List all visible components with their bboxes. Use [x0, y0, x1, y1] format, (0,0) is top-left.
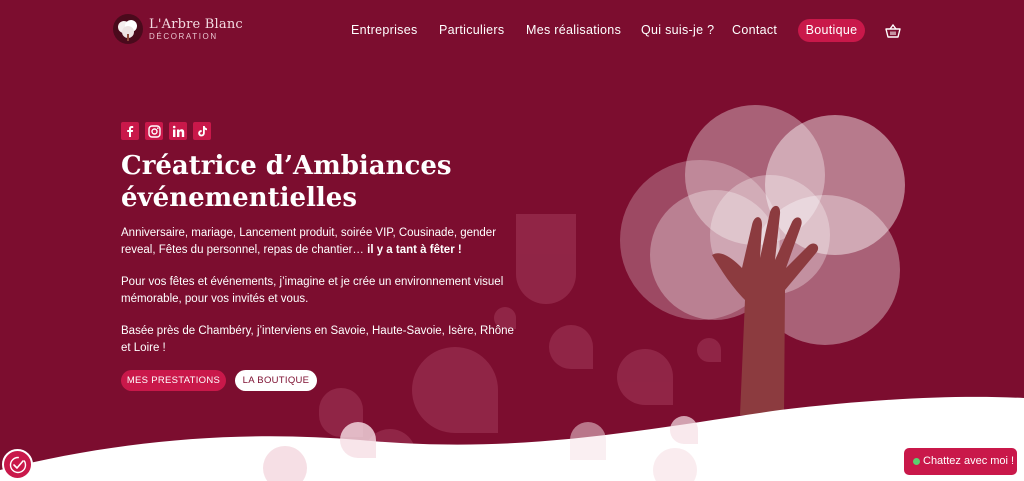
la-boutique-button[interactable]: LA BOUTIQUE	[235, 370, 317, 391]
linkedin-icon[interactable]	[169, 122, 187, 140]
instagram-icon[interactable]	[145, 122, 163, 140]
page: L'Arbre Blanc DÉCORATION Entreprises Par…	[0, 0, 1024, 481]
facebook-icon[interactable]	[121, 122, 139, 140]
hero-title-line1: Créatrice d’Ambiances	[121, 151, 452, 181]
boutique-button[interactable]: Boutique	[798, 19, 865, 42]
logo-text: L'Arbre Blanc DÉCORATION	[149, 18, 243, 41]
hero-title-line2: événementielles	[121, 183, 357, 213]
chat-label: Chattez avec moi !	[923, 455, 1015, 467]
nav-item-entreprises[interactable]: Entreprises	[351, 23, 418, 37]
online-status-dot	[913, 458, 920, 465]
cookie-consent-button[interactable]	[2, 449, 33, 480]
hero-paragraph-1: Anniversaire, mariage, Lancement produit…	[121, 225, 521, 259]
cotton-flower-logo-icon	[113, 14, 143, 44]
nav-item-particuliers[interactable]: Particuliers	[439, 23, 504, 37]
brand-name: L'Arbre Blanc	[149, 16, 243, 32]
hero-title: Créatrice d’Ambiances événementielles	[121, 150, 481, 214]
hero-paragraph-3: Basée près de Chambéry, j’interviens en …	[121, 325, 514, 354]
site-header: L'Arbre Blanc DÉCORATION Entreprises Par…	[0, 0, 1024, 62]
basket-icon[interactable]	[885, 23, 901, 39]
nav-item-contact[interactable]: Contact	[732, 23, 777, 37]
nav-item-qui-suis-je[interactable]: Qui suis-je ?	[641, 23, 714, 37]
chat-widget-button[interactable]: Chattez avec moi !	[904, 448, 1017, 475]
logo[interactable]: L'Arbre Blanc DÉCORATION	[113, 14, 243, 44]
hero-paragraph-2: Pour vos fêtes et événements, j’imagine …	[121, 276, 504, 305]
tiktok-icon[interactable]	[193, 122, 211, 140]
cookie-consent-icon	[9, 456, 26, 473]
mes-prestations-button[interactable]: MES PRESTATIONS	[121, 370, 226, 391]
social-links	[121, 122, 211, 140]
nav-item-realisations[interactable]: Mes réalisations	[526, 23, 621, 37]
brand-subtitle: DÉCORATION	[149, 31, 218, 41]
hero-paragraph-1-strong: il y a tant à fêter !	[367, 244, 462, 256]
